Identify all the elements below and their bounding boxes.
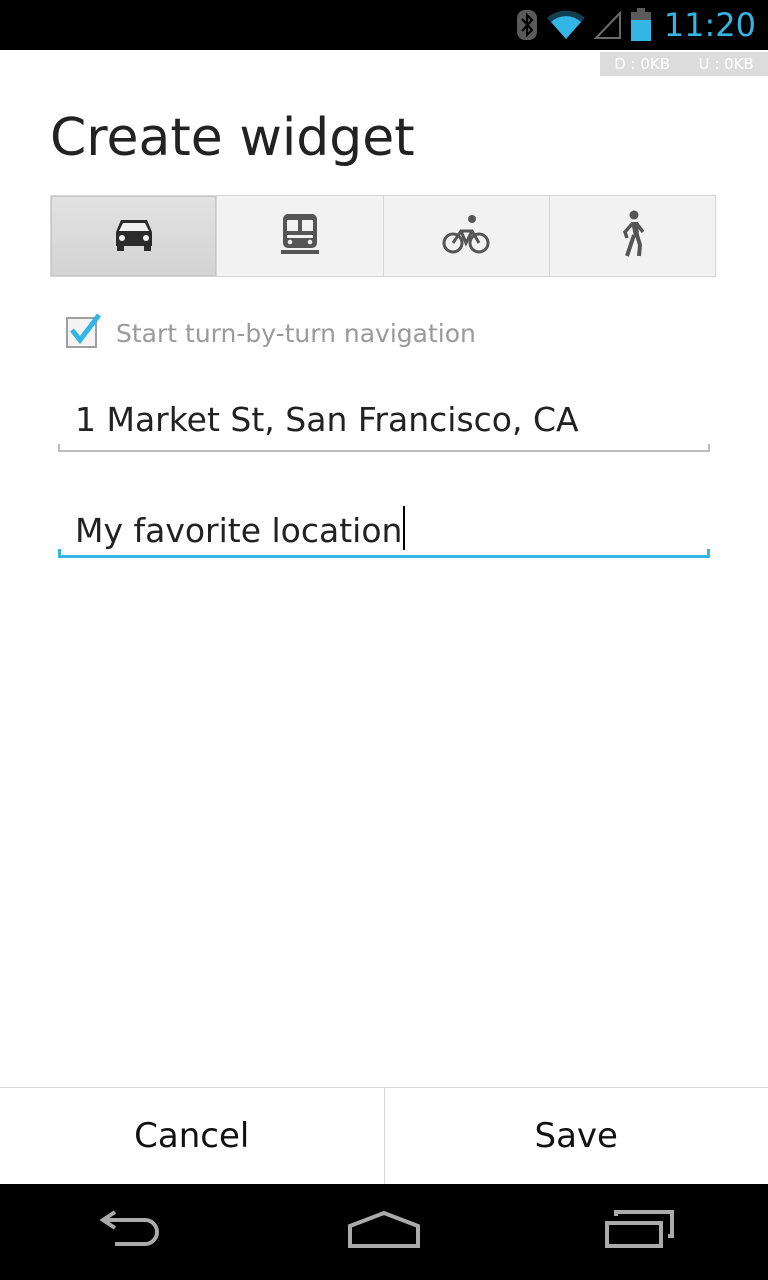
status-bar: 11:20 — [0, 0, 768, 50]
back-button[interactable] — [68, 1202, 188, 1262]
bicycle-icon — [442, 213, 490, 260]
navigation-checkbox-row[interactable]: Start turn-by-turn navigation — [64, 312, 476, 355]
mode-driving-button[interactable] — [51, 196, 218, 276]
address-value: 1 Market St, San Francisco, CA — [75, 400, 579, 439]
cancel-button[interactable]: Cancel — [0, 1088, 384, 1184]
dialog-actions: Cancel Save — [0, 1087, 768, 1184]
battery-icon — [630, 8, 652, 42]
mode-transit-button[interactable] — [217, 196, 384, 276]
back-icon — [93, 1209, 163, 1255]
status-time: 11:20 — [663, 6, 756, 44]
mode-bicycling-button[interactable] — [383, 196, 550, 276]
location-name-field[interactable]: My favorite location — [58, 502, 710, 558]
checkbox[interactable] — [64, 312, 102, 355]
location-name-value: My favorite location — [75, 511, 403, 550]
car-icon — [112, 214, 156, 259]
location-name-text: My favorite location — [75, 506, 406, 550]
address-underline — [58, 444, 710, 452]
system-nav-bar — [0, 1184, 768, 1280]
recent-apps-icon — [604, 1209, 676, 1255]
download-counter: D : 0KB — [614, 55, 671, 73]
travel-mode-selector — [50, 195, 716, 277]
signal-icon — [593, 10, 622, 40]
checkbox-label: Start turn-by-turn navigation — [116, 319, 476, 348]
wifi-icon — [546, 10, 586, 40]
home-button[interactable] — [324, 1202, 444, 1262]
save-button[interactable]: Save — [383, 1088, 768, 1184]
location-name-underline — [58, 549, 710, 558]
address-field[interactable]: 1 Market St, San Francisco, CA — [58, 396, 710, 452]
data-usage-indicator: D : 0KB U : 0KB — [600, 52, 768, 76]
home-icon — [346, 1210, 422, 1255]
recent-apps-button[interactable] — [580, 1202, 700, 1262]
bluetooth-icon — [516, 9, 538, 41]
transit-icon — [280, 213, 320, 260]
page-title: Create widget — [50, 108, 415, 168]
mode-walking-button[interactable] — [549, 196, 715, 276]
text-cursor — [403, 506, 406, 550]
walking-icon — [616, 210, 648, 263]
upload-counter: U : 0KB — [698, 55, 754, 73]
